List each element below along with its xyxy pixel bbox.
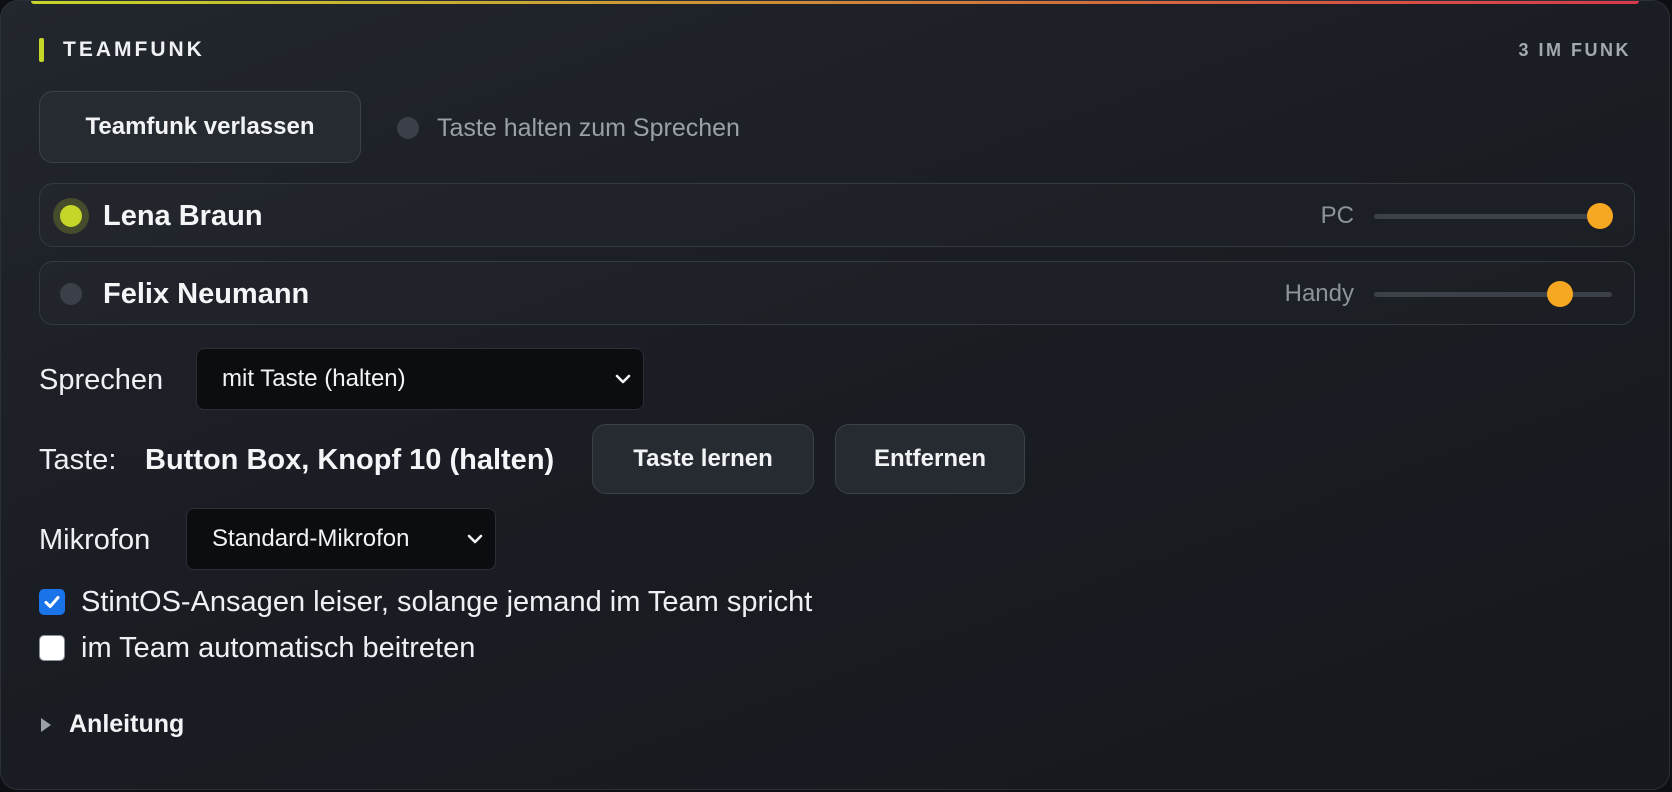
header-accent-bar [39,38,44,62]
member-status-dot [60,205,82,227]
chevron-down-icon [615,374,631,384]
volume-slider[interactable] [1374,203,1614,229]
member-row: Felix Neumann Handy [39,261,1635,325]
ptt-status-label: Taste halten zum Sprechen [437,114,740,142]
auto-join-label: im Team automatisch beitreten [81,632,476,664]
speaking-indicator-icon [53,276,89,312]
member-device: Handy [1284,280,1354,307]
checkmark-icon [44,596,60,608]
key-value: Button Box, Knopf 10 (halten) [145,444,555,476]
speak-mode-value: mit Taste (halten) [222,365,406,392]
microphone-select[interactable]: Standard-Mikrofon [186,508,496,570]
leave-teamfunk-button[interactable]: Teamfunk verlassen [39,91,361,163]
key-label: Taste: [39,444,117,476]
member-name: Felix Neumann [103,278,310,310]
ptt-status-dot-icon [397,117,419,139]
auto-join-checkbox[interactable] [39,635,65,661]
guide-label: Anleitung [69,710,185,738]
disclosure-triangle-icon [41,718,51,732]
speak-mode-label: Sprechen [39,364,164,396]
panel-title: TEAMFUNK [63,38,205,61]
volume-slider-thumb[interactable] [1587,203,1614,229]
speaking-indicator-icon [53,198,89,234]
volume-slider-thumb[interactable] [1546,281,1573,307]
panel-header: TEAMFUNK 3 IM FUNK [39,37,1631,63]
top-accent-bar [31,1,1639,4]
learn-key-button[interactable]: Taste lernen [592,424,814,494]
member-row: Lena Braun PC [39,183,1635,247]
duck-announcements-label: StintOS-Ansagen leiser, solange jemand i… [81,586,813,618]
remove-key-button[interactable]: Entfernen [835,424,1025,494]
duck-announcements-checkbox[interactable] [39,589,65,615]
speak-mode-select[interactable]: mit Taste (halten) [196,348,644,410]
member-device: PC [1320,202,1354,229]
chevron-down-icon [467,534,483,544]
teamfunk-panel: TEAMFUNK 3 IM FUNK Teamfunk verlassen Ta… [0,0,1670,790]
member-status-dot [60,283,82,305]
volume-slider[interactable] [1374,281,1612,307]
microphone-label: Mikrofon [39,524,151,556]
member-name: Lena Braun [103,200,263,232]
microphone-value: Standard-Mikrofon [212,525,410,552]
participant-count: 3 IM FUNK [1518,40,1631,60]
